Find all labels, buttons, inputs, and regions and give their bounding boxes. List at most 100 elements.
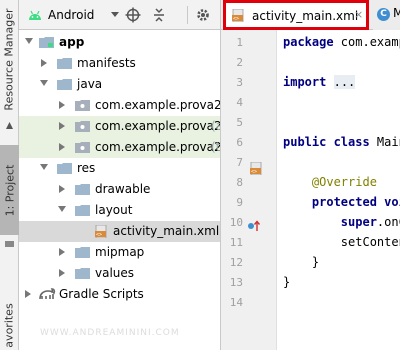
code-line: @Override (283, 175, 377, 189)
tree-item-app[interactable]: app (19, 32, 220, 53)
code-annotation: @Override (311, 175, 377, 189)
line-number: 14 (229, 296, 243, 309)
tree-item-java[interactable]: java (19, 74, 220, 95)
code-text: } (311, 255, 320, 269)
related-xml-icon[interactable]: <> (250, 162, 264, 175)
favorites-tab[interactable]: avorites (0, 300, 19, 350)
code-text: com.exampl (340, 35, 400, 49)
expand-arrow-icon[interactable] (59, 143, 65, 151)
line-number: 7 (236, 156, 243, 169)
fold-placeholder[interactable]: ... (333, 75, 356, 89)
tree-item-activity-main-xml[interactable]: <> activity_main.xml (19, 221, 220, 242)
tree-item-label: activity_main.xml (113, 224, 220, 238)
svg-text:<>: <> (251, 169, 257, 175)
svg-text:<>: <> (96, 232, 102, 238)
override-marker-icon[interactable] (247, 220, 261, 232)
folder-icon (75, 268, 90, 279)
code-keyword: protected voi (311, 195, 400, 209)
line-number: 13 (229, 276, 243, 289)
expand-arrow-icon[interactable] (59, 269, 65, 277)
code-keyword: package (283, 35, 334, 49)
tab-label: M (393, 6, 400, 20)
code-keyword: import (283, 75, 327, 89)
tree-item-label: java (77, 77, 103, 91)
folder-icon (57, 58, 72, 69)
folder-icon (75, 184, 90, 195)
expand-arrow-icon[interactable] (59, 248, 65, 256)
code-line: } (283, 255, 319, 269)
code-line: setConten (283, 235, 400, 249)
code-line: super.onC (283, 215, 400, 229)
code-line: import ... (283, 75, 356, 89)
code-line: protected voi (283, 195, 400, 209)
expand-arrow-icon[interactable] (40, 164, 48, 170)
line-number: 5 (236, 116, 243, 129)
android-icon (29, 10, 41, 20)
code-text: .onC (376, 215, 400, 229)
tree-item-label: mipmap (95, 245, 145, 259)
resource-manager-tab[interactable]: Resource Manager (0, 0, 19, 118)
tree-item-label: com.example.prova2 (95, 98, 220, 112)
tree-item-package-test[interactable]: com.example.prova2 (t (19, 137, 220, 158)
tree-item-label: drawable (95, 182, 151, 196)
package-icon (75, 100, 90, 111)
expand-arrow-icon[interactable] (40, 80, 48, 86)
tree-item-label: res (77, 161, 96, 175)
close-icon[interactable]: × (354, 8, 363, 21)
package-icon (75, 142, 90, 153)
resource-manager-label: Resource Manager (3, 7, 17, 111)
tab-mainactivity[interactable]: C M (373, 0, 400, 30)
line-number: 9 (236, 196, 243, 209)
tool-window-strip: Resource Manager 1: Project avorites (0, 0, 19, 350)
line-number: 12 (229, 256, 243, 269)
line-number: 4 (236, 96, 243, 109)
expand-arrow-icon[interactable] (25, 290, 31, 298)
collapse-all-icon[interactable] (151, 7, 167, 23)
expand-arrow-icon[interactable] (59, 101, 65, 109)
tree-item-label: app (59, 35, 85, 49)
tree-item-label: values (95, 266, 135, 280)
class-icon: C (377, 8, 390, 21)
code-line: } (283, 275, 290, 289)
package-icon (75, 121, 90, 132)
tree-item-mipmap[interactable]: mipmap (19, 242, 220, 263)
project-toolbar: Android (19, 0, 220, 30)
watermark: WWW.ANDREAMININI.COM (40, 328, 180, 338)
svg-text:<>: <> (233, 16, 239, 22)
expand-arrow-icon[interactable] (58, 206, 66, 212)
project-view-selector[interactable]: Android (48, 8, 94, 22)
code-text: } (283, 275, 291, 289)
xml-layout-icon: <> (232, 9, 244, 22)
tree-item-package-androidtest[interactable]: com.example.prova2 (a (19, 116, 220, 137)
code-line: public class Main (283, 135, 400, 149)
tree-item-label: com.example.prova2 (95, 140, 220, 154)
gear-icon[interactable] (195, 7, 211, 23)
tree-item-manifests[interactable]: manifests (19, 53, 220, 74)
expand-arrow-icon[interactable] (59, 185, 65, 193)
xml-layout-icon: <> (95, 225, 107, 238)
editor-tab-bar: <> activity_main.xml × C M (221, 0, 400, 30)
pin-icon (6, 122, 13, 129)
code-text: setConten (340, 235, 400, 249)
tree-item-values[interactable]: values (19, 263, 220, 284)
crosshair-icon[interactable] (125, 7, 141, 23)
code-area[interactable]: package com.exampl import ... public cla… (283, 30, 400, 350)
tree-item-layout[interactable]: layout (19, 200, 220, 221)
line-number: 1 (236, 36, 243, 49)
expand-arrow-icon[interactable] (25, 38, 33, 44)
tree-item-drawable[interactable]: drawable (19, 179, 220, 200)
tree-item-package[interactable]: com.example.prova2 (19, 95, 220, 116)
gradle-icon (39, 288, 56, 300)
tree-item-gradle-scripts[interactable]: Gradle Scripts (19, 284, 220, 305)
chevron-down-icon[interactable] (111, 12, 119, 17)
expand-arrow-icon[interactable] (41, 59, 47, 67)
folder-icon (75, 247, 90, 258)
expand-arrow-icon[interactable] (59, 122, 65, 130)
code-keyword: public class (283, 135, 370, 149)
tree-item-res[interactable]: res (19, 158, 220, 179)
project-tab[interactable]: 1: Project (0, 145, 19, 235)
tab-activity-main-xml[interactable]: <> activity_main.xml × (223, 0, 369, 30)
folder-icon (57, 163, 72, 174)
favorites-label: avorites (3, 302, 16, 348)
tree-item-suffix: (t (211, 140, 220, 154)
